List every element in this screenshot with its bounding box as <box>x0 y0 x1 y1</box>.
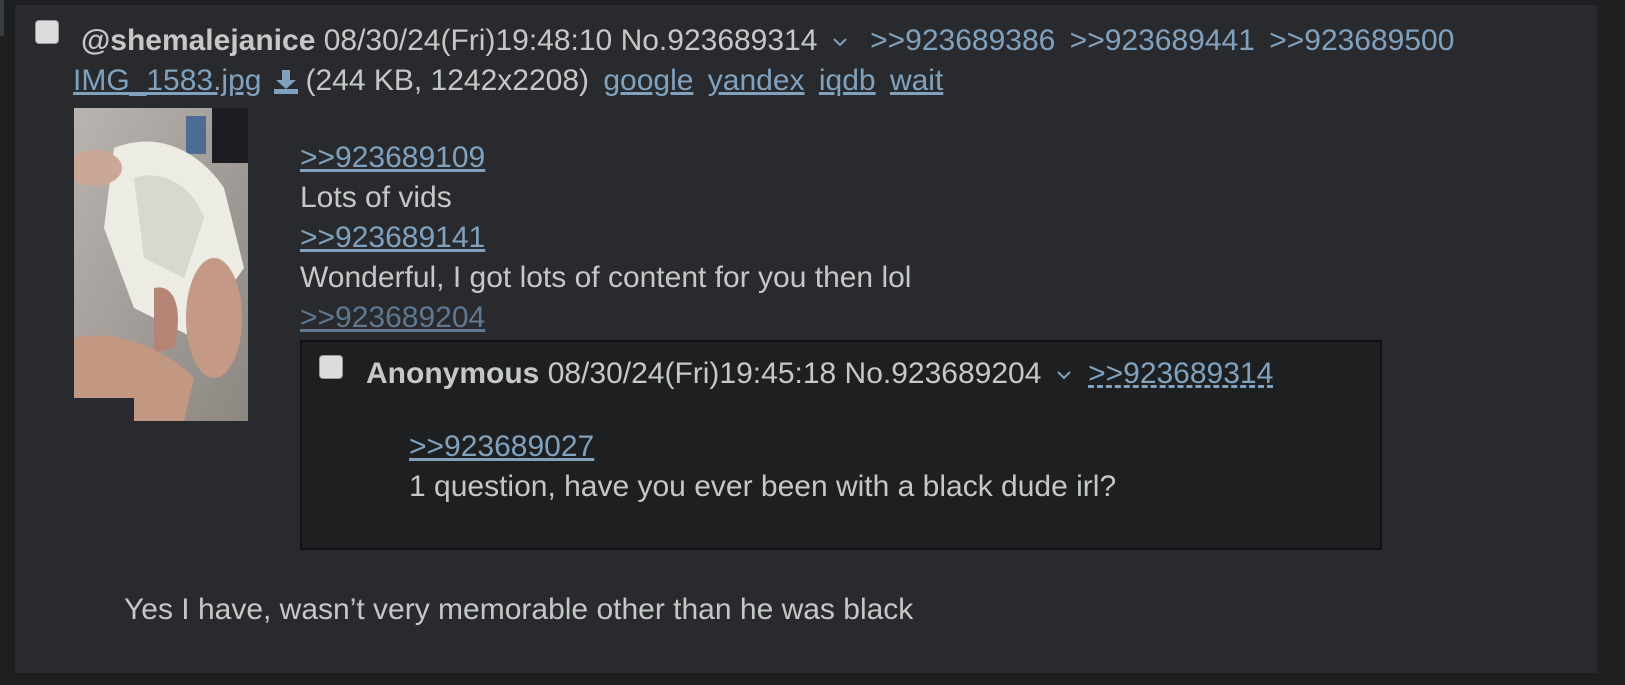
inline-post-datetime: 08/30/24(Fri)19:45:18 <box>547 357 837 390</box>
inline-post-message: >>923689027 1 question, have you ever be… <box>409 427 1116 507</box>
post-select-checkbox[interactable] <box>35 20 59 44</box>
inline-post-select-checkbox[interactable] <box>319 355 343 379</box>
closing-message-line: Yes I have, wasn’t very memorable other … <box>124 593 914 626</box>
adjacent-post-edge <box>0 0 4 36</box>
wait-search-link[interactable]: wait <box>890 64 943 97</box>
backlink-1[interactable]: >>923689386 <box>870 24 1055 57</box>
file-name-link[interactable]: IMG_1583.jpg <box>73 64 261 97</box>
inline-quote-link[interactable]: >>923689027 <box>409 430 594 463</box>
chevron-down-icon[interactable] <box>1054 365 1074 385</box>
inline-poster-name: Anonymous <box>366 357 540 390</box>
image-thumbnail[interactable] <box>74 108 248 421</box>
post-message: >>923689109 Lots of vids >>923689141 Won… <box>300 138 911 338</box>
quote-link-1[interactable]: >>923689109 <box>300 141 485 174</box>
chevron-down-icon[interactable] <box>830 32 850 52</box>
inline-post-header: Anonymous 08/30/24(Fri)19:45:18 No.92368… <box>366 354 1273 394</box>
file-meta: (244 KB, 1242x2208) <box>305 64 589 97</box>
yandex-search-link[interactable]: yandex <box>708 64 805 97</box>
quote-link-expanded[interactable]: >>923689204 <box>300 301 485 334</box>
reply-post: @shemalejanice 08/30/24(Fri)19:48:10 No.… <box>15 5 1597 673</box>
inline-post-number[interactable]: No.923689204 <box>845 357 1042 390</box>
quote-link-2[interactable]: >>923689141 <box>300 221 485 254</box>
inline-backlink[interactable]: >>923689314 <box>1088 357 1273 390</box>
google-search-link[interactable]: google <box>603 64 693 97</box>
inline-message-line: 1 question, have you ever been with a bl… <box>409 470 1117 503</box>
post-header: @shemalejanice 08/30/24(Fri)19:48:10 No.… <box>81 21 1454 61</box>
download-icon[interactable] <box>271 67 301 97</box>
iqdb-search-link[interactable]: iqdb <box>819 64 876 97</box>
message-line: Wonderful, I got lots of content for you… <box>300 261 912 294</box>
backlink-2[interactable]: >>923689441 <box>1070 24 1255 57</box>
message-line: Lots of vids <box>300 181 452 214</box>
backlink-3[interactable]: >>923689500 <box>1269 24 1454 57</box>
file-info-row: IMG_1583.jpg (244 KB, 1242x2208) google … <box>73 61 943 101</box>
post-datetime: 08/30/24(Fri)19:48:10 <box>323 24 613 57</box>
poster-name: @shemalejanice <box>81 24 316 57</box>
inline-quoted-post: Anonymous 08/30/24(Fri)19:45:18 No.92368… <box>300 340 1382 550</box>
post-number[interactable]: No.923689314 <box>621 24 818 57</box>
